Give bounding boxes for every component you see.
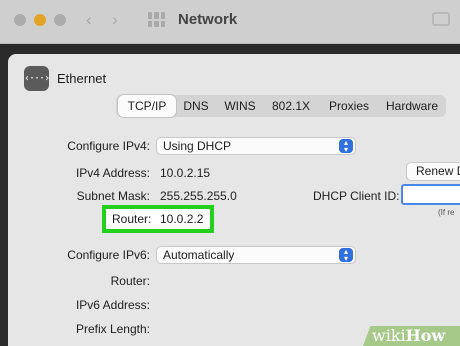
ipv4-address-value: 10.0.2.15 (160, 166, 211, 180)
ipv4-address-label: IPv4 Address: (75, 166, 150, 180)
prefix-length-label: Prefix Length: (75, 322, 150, 336)
close-window-button[interactable] (14, 14, 26, 26)
chevron-updown-icon: ▴ ▾ (339, 139, 353, 154)
ethernet-icon: ‹···› (24, 66, 50, 91)
ipv6-address-label: IPv6 Address: (75, 298, 150, 312)
configure-ipv6-value: Automatically (163, 248, 235, 262)
tab-tcp-ip[interactable]: TCP/IP (118, 95, 176, 117)
window-title: Network (178, 11, 238, 28)
configure-ipv6-label: Configure IPv6: (67, 248, 150, 262)
renew-dhcp-lease-button[interactable]: Renew D (406, 162, 460, 181)
back-arrow-icon[interactable]: ‹ (86, 10, 92, 30)
zoom-window-button[interactable] (54, 14, 66, 26)
dhcp-client-id-hint: (If re (438, 208, 455, 217)
tab-hardware[interactable]: Hardware (381, 95, 443, 117)
subnet-mask-value: 255.255.255.0 (160, 189, 237, 203)
tab-bar: TCP/IP DNS WINS 802.1X Proxies Hardware (116, 95, 446, 117)
router-v6-label: Router: (110, 274, 150, 288)
chevron-updown-icon: ▴ ▾ (339, 248, 353, 263)
tab-dns[interactable]: DNS (178, 95, 214, 117)
configure-ipv6-select[interactable]: Automatically ▴ ▾ (156, 246, 356, 264)
tab-proxies[interactable]: Proxies (322, 95, 376, 117)
search-icon[interactable] (432, 12, 450, 26)
configure-ipv4-value: Using DHCP (163, 139, 232, 153)
router-label: Router: (112, 212, 152, 226)
subnet-mask-label: Subnet Mask: (76, 189, 150, 203)
router-value: 10.0.2.2 (160, 212, 204, 226)
service-name: Ethernet (57, 71, 107, 86)
watermark-text: wikiHow (372, 326, 446, 345)
minimize-window-button[interactable] (34, 14, 46, 26)
window-titlebar: ‹ › Network (0, 0, 460, 44)
tab-802-1x[interactable]: 802.1X (266, 95, 316, 117)
tab-wins[interactable]: WINS (219, 95, 261, 117)
configure-ipv4-select[interactable]: Using DHCP ▴ ▾ (156, 137, 356, 155)
show-all-grid-icon[interactable] (148, 12, 165, 27)
forward-arrow-icon[interactable]: › (112, 10, 118, 30)
wikihow-watermark: wikiHow (358, 320, 460, 346)
dhcp-client-id-label: DHCP Client ID: (313, 189, 400, 203)
dhcp-client-id-input[interactable] (401, 184, 460, 205)
configure-ipv4-label: Configure IPv4: (67, 139, 150, 153)
